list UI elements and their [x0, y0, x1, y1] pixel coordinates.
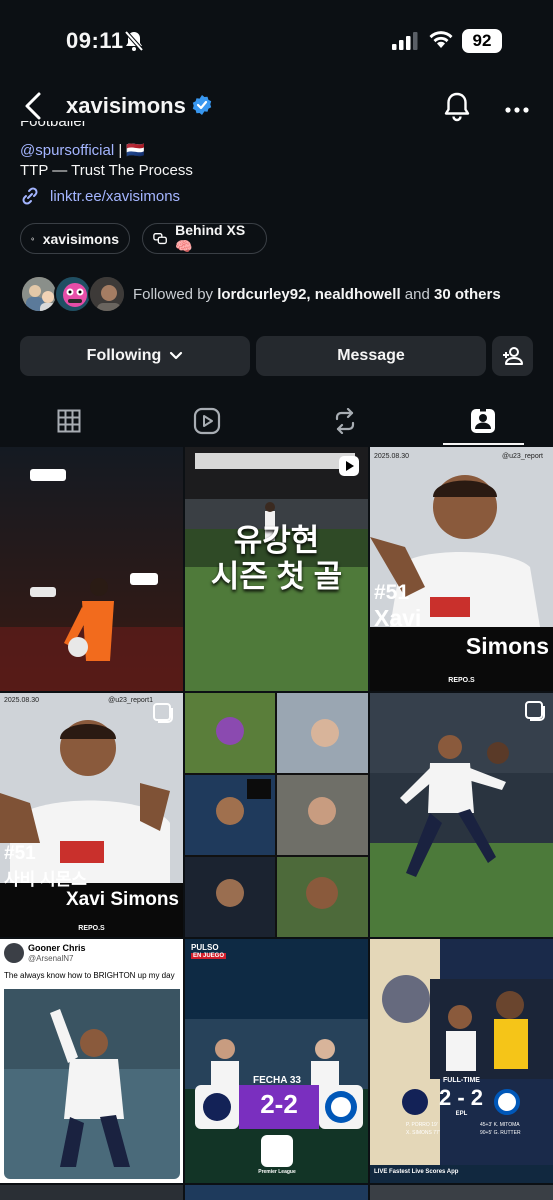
status-bar: 09:11 92: [0, 0, 553, 80]
media-brand: PULSO: [191, 943, 219, 952]
tweet-handle: @ArsenalN7: [28, 954, 74, 963]
status-time: 09:11: [66, 28, 124, 53]
grid-post[interactable]: [0, 1185, 183, 1200]
bio-mention-suffix: | 🇳🇱: [118, 142, 146, 159]
cell-signal-icon: [392, 32, 418, 55]
carousel-icon: [525, 701, 545, 726]
post-brand: REPO.S: [78, 925, 105, 932]
message-button-label: Message: [337, 347, 405, 364]
add-person-icon: [502, 347, 523, 365]
followed-by-text: Followed by lordcurley92, nealdhowell an…: [133, 286, 501, 303]
tagged-posts-grid: 유강현 시즌 첫 골 2025.08.30 @u23_report #51 Xa…: [0, 447, 553, 1200]
live-badge: EN JUEGO: [191, 953, 227, 959]
channel-chip-label: Behind XS 🧠: [175, 222, 246, 254]
suggested-users-button[interactable]: [492, 336, 533, 376]
notifications-bell-icon[interactable]: [443, 90, 471, 127]
chevron-down-icon: [170, 351, 183, 360]
jersey-number: #51: [374, 581, 410, 604]
bio-clipped-line: Footballer: [20, 121, 87, 130]
followed-by-names: lordcurley92, nealdhowell: [217, 286, 401, 303]
away-scorers: 45+3' K. MITOMA 90+5' G. RUTTER: [480, 1122, 521, 1136]
tagged-person-icon: [471, 409, 495, 433]
post-korean-title: 유강현 시즌 첫 골: [210, 523, 343, 594]
profile-username: xavisimons: [66, 93, 186, 118]
grid-post[interactable]: [185, 693, 368, 937]
grid-post[interactable]: [185, 1185, 368, 1200]
player-full-name: Xavi Simons: [66, 889, 179, 910]
followed-by-row[interactable]: Followed by lordcurley92, nealdhowell an…: [20, 275, 540, 315]
home-scorers: P. PORRO 19' X. SIMONS 77': [406, 1122, 440, 1136]
active-tab-indicator: [443, 443, 524, 445]
grid-post[interactable]: [370, 1185, 553, 1200]
verified-badge-icon: [192, 95, 212, 120]
mention-link[interactable]: @spursofficial: [20, 142, 114, 159]
tweet-avatar: [4, 943, 24, 963]
tab-posts-grid[interactable]: [49, 404, 89, 438]
broadcast-channel-icon: [153, 232, 167, 244]
tab-reposts[interactable]: [325, 404, 365, 438]
league-label: Premier League: [258, 1169, 296, 1175]
matchday-label: FECHA 33: [253, 1075, 301, 1086]
match-score: 2-2: [260, 1089, 298, 1119]
player-first-name: Xavi: [374, 605, 422, 631]
followed-by-others: 30 others: [434, 286, 501, 303]
post-brand: REPO.S: [448, 677, 475, 684]
profile-tabs: [0, 398, 553, 446]
reels-icon: [193, 407, 221, 435]
post-handle: @u23_report: [502, 453, 543, 460]
grid-icon: [57, 409, 81, 433]
message-button[interactable]: Message: [256, 336, 486, 376]
threads-chip-label: xavisimons: [42, 230, 119, 247]
bio-link[interactable]: linktr.ee/xavisimons: [20, 186, 180, 206]
bio-tagline: TTP — Trust The Process: [20, 162, 193, 179]
final-score: 2 - 2: [438, 1085, 484, 1110]
match-status: FULL-TIME: [443, 1077, 480, 1084]
threads-icon: [31, 237, 35, 240]
jersey-number: #51: [4, 843, 36, 864]
post-date: 2025.08.30: [4, 697, 40, 704]
follower-avatar: [20, 275, 58, 313]
follower-avatar: [54, 275, 92, 313]
bio-mention-line: @spursofficial | 🇳🇱: [20, 141, 145, 159]
grid-post[interactable]: PULSO EN JUEGO FECHA 33 2-2 Premier Leag…: [185, 939, 368, 1183]
reel-play-icon: [338, 455, 360, 482]
app-banner: LIVE Fastest Live Scores App: [374, 1169, 459, 1175]
grid-post[interactable]: Gooner Chris @ArsenalN7 The always know …: [0, 939, 183, 1183]
link-icon: [22, 187, 38, 205]
grid-post[interactable]: [370, 693, 553, 937]
carousel-icon: [153, 703, 173, 728]
silent-mode-icon: [124, 30, 144, 57]
player-korean-name: 사비 시몬스: [4, 870, 87, 889]
post-date: 2025.08.30: [374, 453, 410, 460]
following-button[interactable]: Following: [20, 336, 250, 376]
tweet-author: Gooner Chris: [28, 943, 86, 953]
grid-post[interactable]: FULL-TIME 2 - 2 EPL P. PORRO 19' X. SIMO…: [370, 939, 553, 1183]
battery-indicator: 92: [462, 29, 502, 53]
repost-icon: [335, 408, 355, 434]
tab-reels[interactable]: [187, 404, 227, 438]
tweet-text: The always know how to BRIGHTON up my da…: [4, 971, 175, 980]
player-last-name: Simons: [465, 633, 549, 659]
follower-avatar: [88, 275, 126, 313]
bio-link-text: linktr.ee/xavisimons: [50, 187, 181, 205]
grid-post[interactable]: 유강현 시즌 첫 골: [185, 447, 368, 691]
more-options-icon[interactable]: [504, 101, 530, 119]
threads-chip[interactable]: xavisimons: [20, 223, 130, 254]
wifi-icon: [428, 29, 454, 54]
grid-post[interactable]: 2025.08.30 @u23_report #51 Xavi Simons R…: [370, 447, 553, 691]
tab-tagged[interactable]: [463, 404, 503, 438]
following-button-label: Following: [86, 347, 162, 364]
league-label: EPL: [455, 1111, 468, 1117]
grid-post[interactable]: [0, 447, 183, 691]
grid-post[interactable]: 2025.08.30 @u23_report1 #51 사비 시몬스 Xavi …: [0, 693, 183, 937]
channel-chip[interactable]: Behind XS 🧠: [142, 222, 267, 254]
post-handle: @u23_report1: [108, 697, 153, 704]
